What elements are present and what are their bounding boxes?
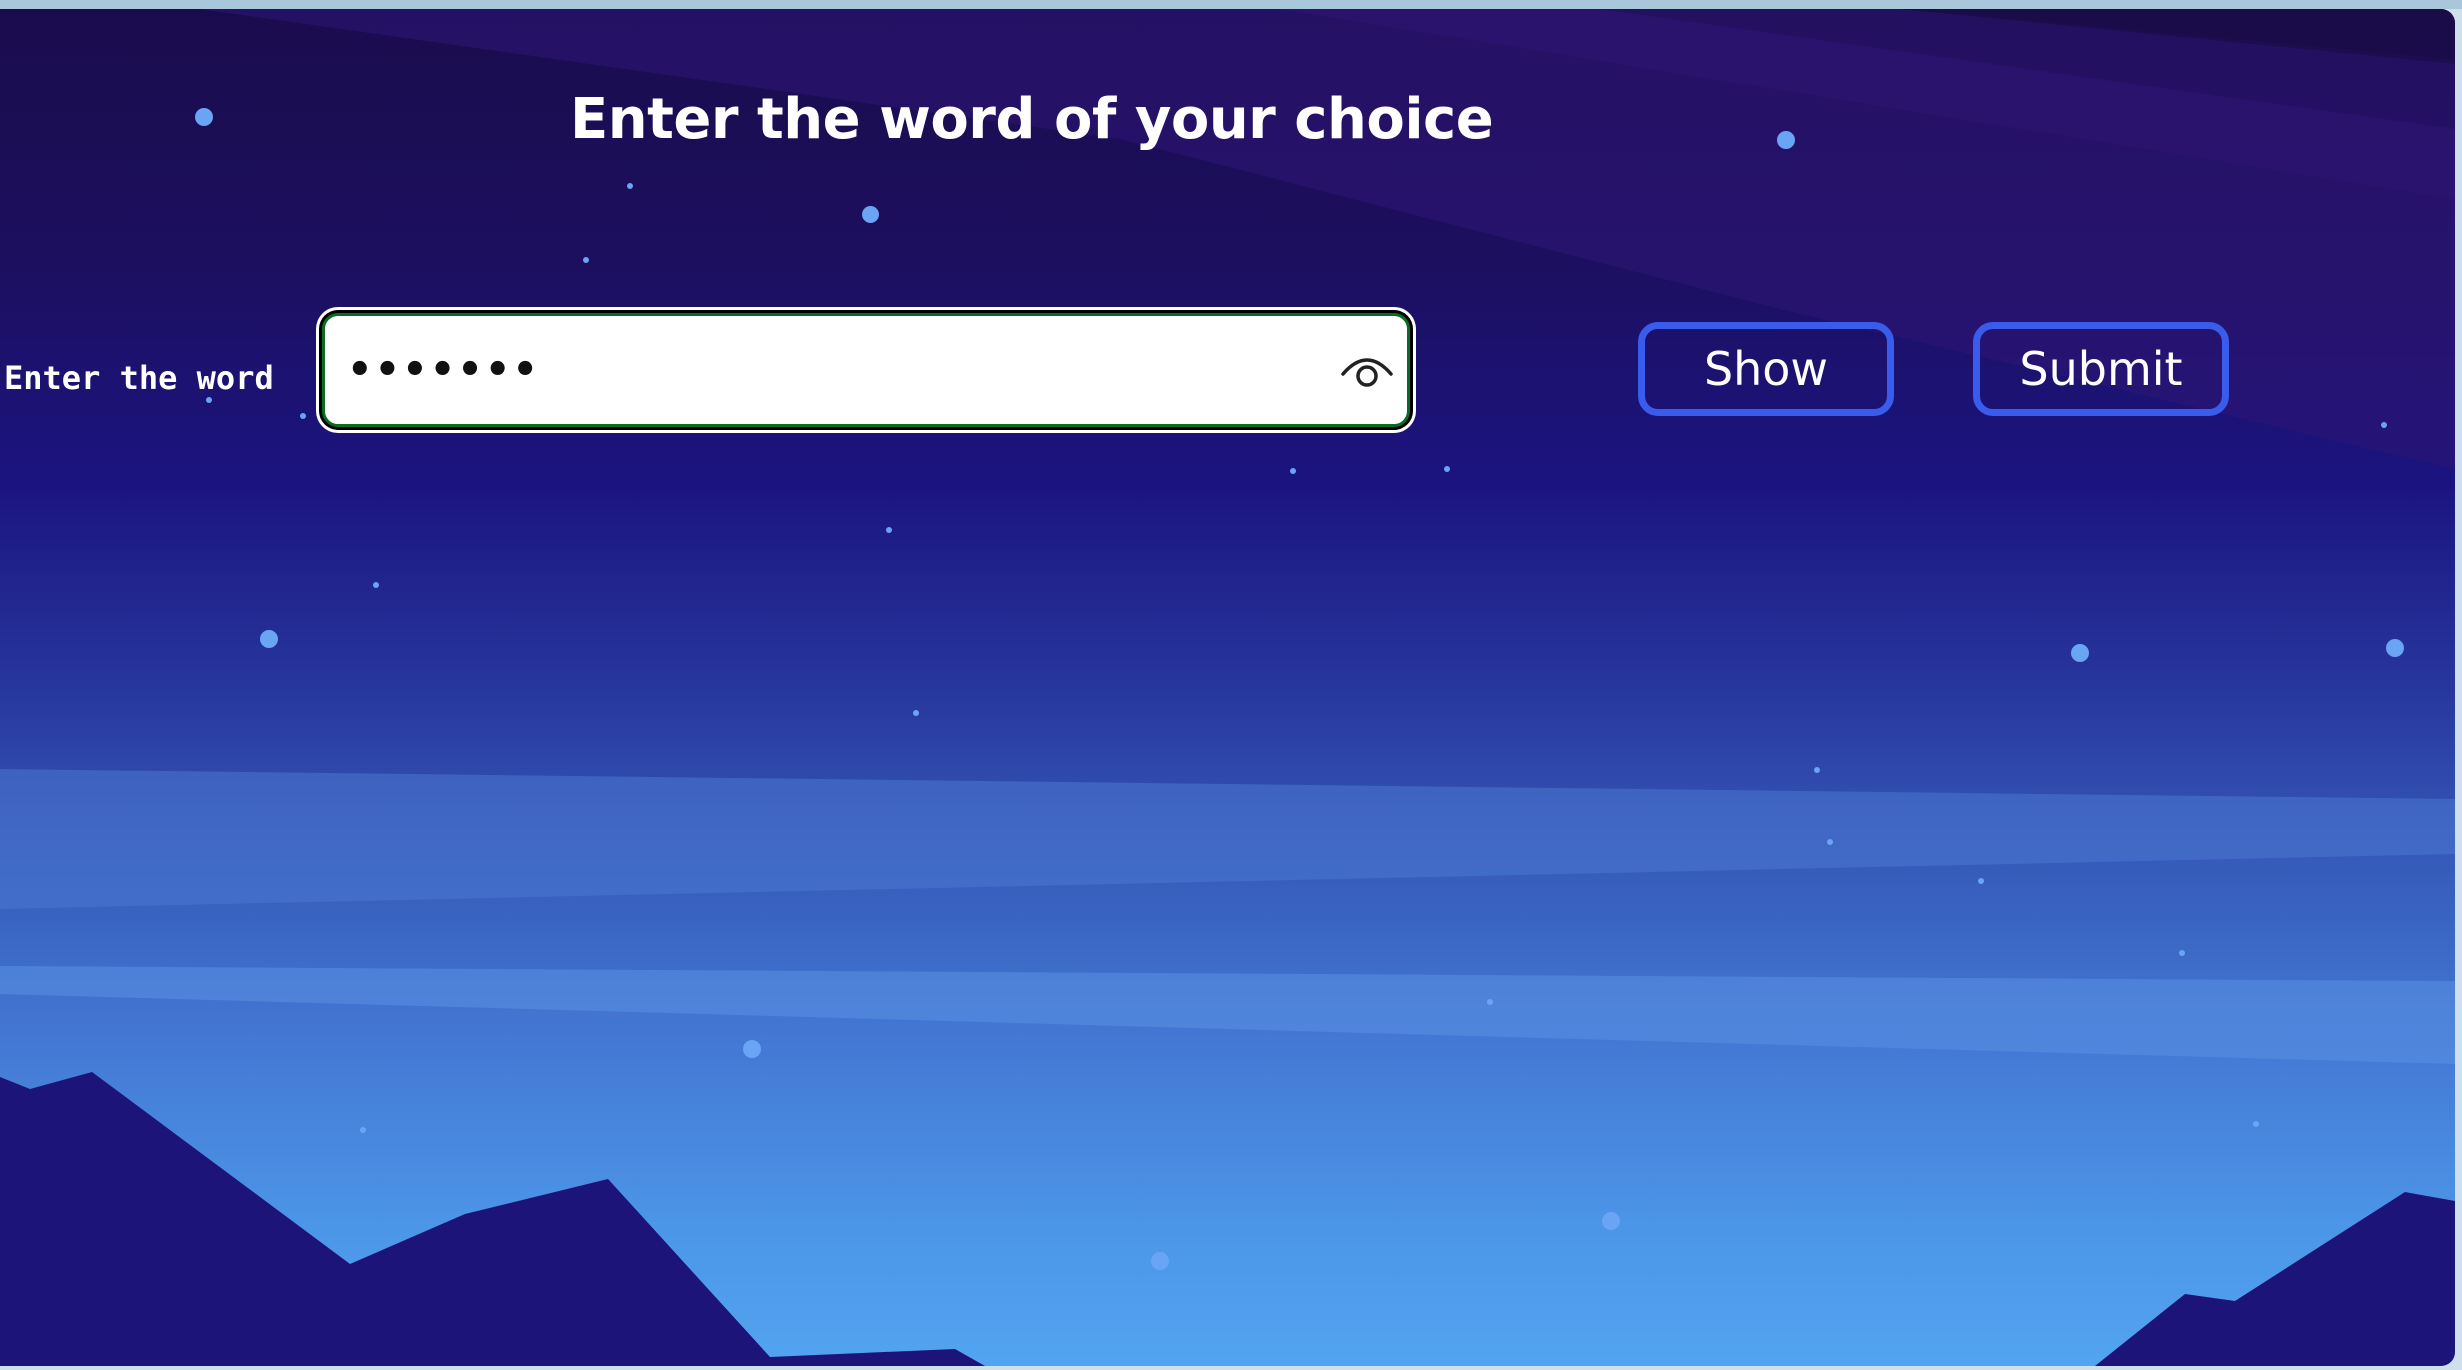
star [743, 1040, 761, 1058]
window-top-strip [0, 0, 2462, 9]
star [886, 527, 892, 533]
star [300, 413, 306, 419]
star [1290, 468, 1296, 474]
star [2071, 644, 2089, 662]
star [1814, 767, 1820, 773]
star [2386, 639, 2404, 657]
star [1444, 466, 1450, 472]
star [2179, 950, 2185, 956]
star [583, 257, 589, 263]
word-input-container[interactable] [322, 313, 1410, 427]
star [1602, 1212, 1620, 1230]
star [1487, 999, 1493, 1005]
star [373, 582, 379, 588]
submit-button[interactable]: Submit [1973, 322, 2229, 416]
star [195, 108, 213, 126]
star [1151, 1252, 1169, 1270]
star [360, 1127, 366, 1133]
star [206, 397, 212, 403]
star [260, 630, 278, 648]
star [1777, 131, 1795, 149]
page-title: Enter the word of your choice [570, 87, 1494, 152]
star [627, 183, 633, 189]
star [913, 710, 919, 716]
show-button[interactable]: Show [1638, 322, 1894, 416]
word-label: Enter the word [4, 359, 274, 397]
star [2253, 1121, 2259, 1127]
night-sky-scene [0, 9, 2455, 1366]
star [1978, 878, 1984, 884]
page-background: Enter the word of your choice Enter the … [0, 9, 2455, 1366]
word-input[interactable] [347, 316, 1307, 424]
eye-icon[interactable] [1339, 348, 1395, 392]
star [2381, 422, 2387, 428]
star [862, 206, 879, 223]
star [1827, 839, 1833, 845]
